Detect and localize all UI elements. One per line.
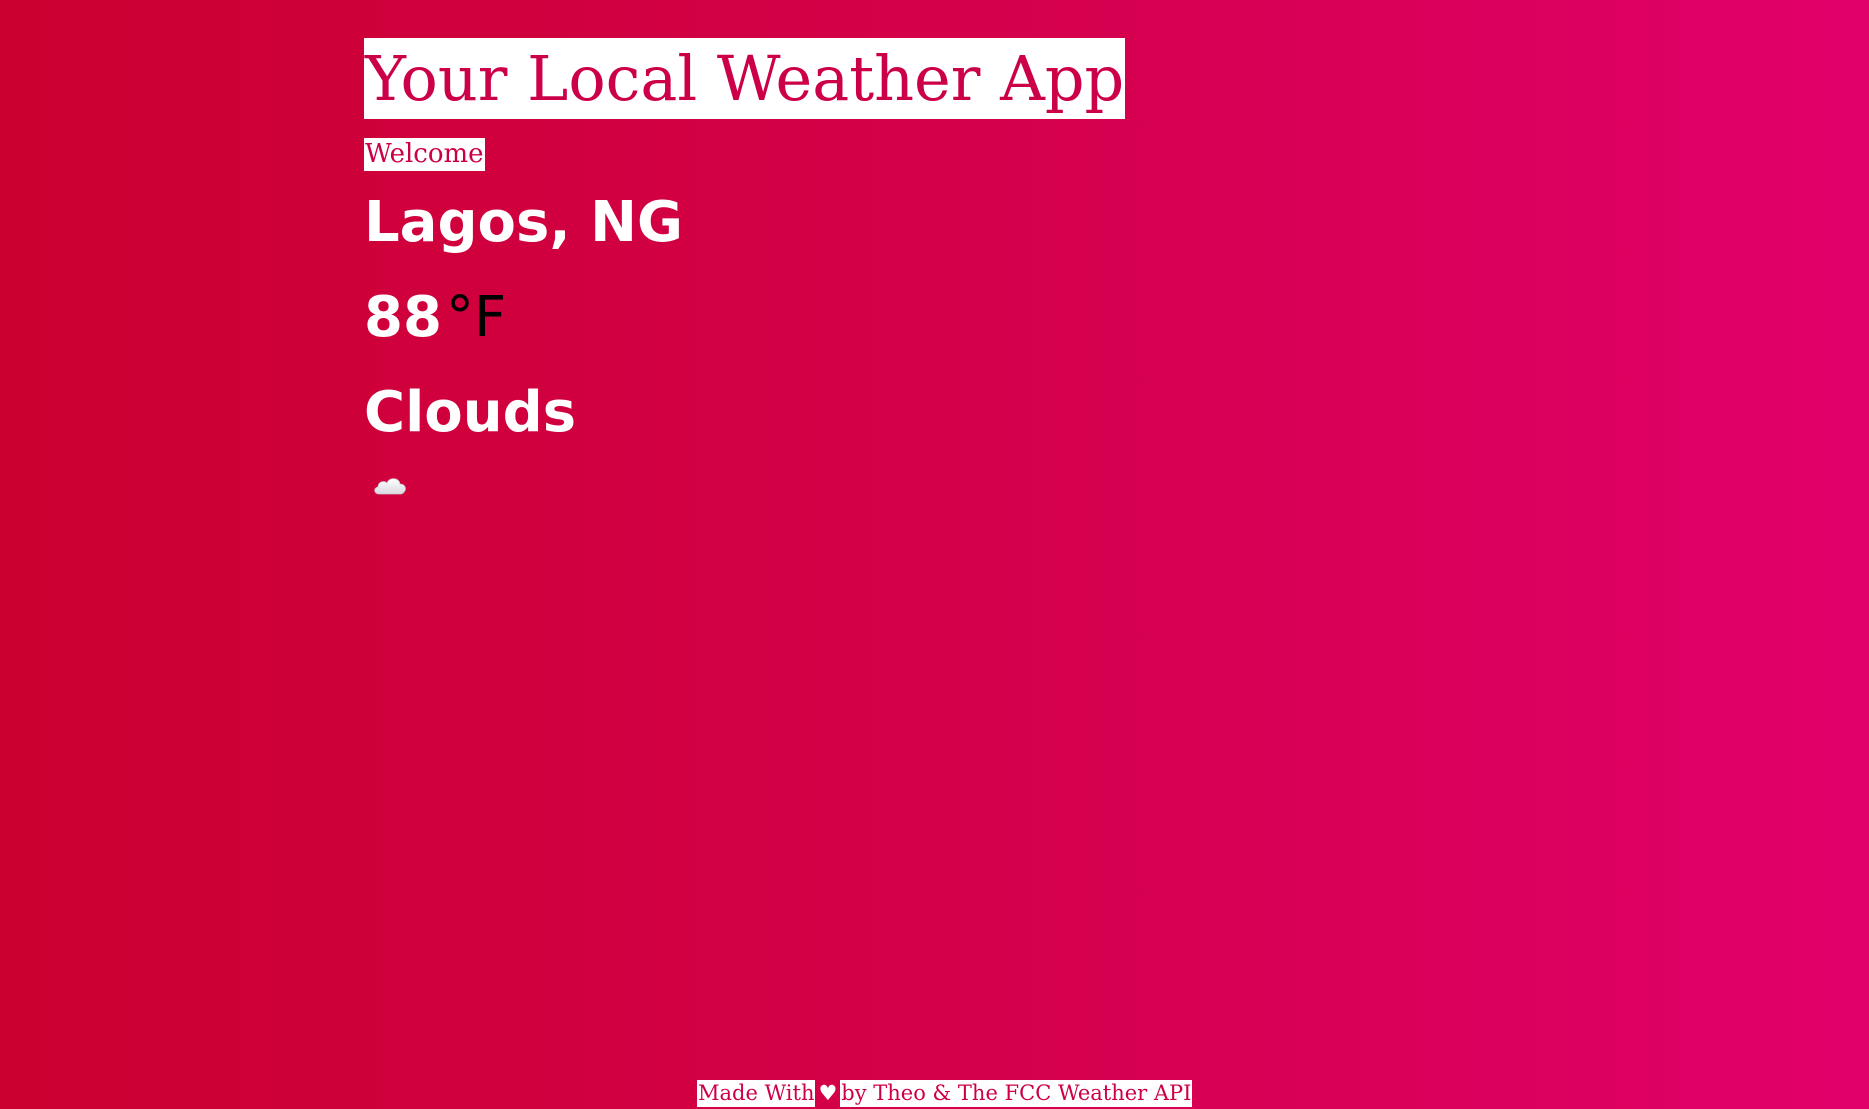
temperature-display: 88°F	[364, 283, 506, 353]
footer-made-with: Made With	[697, 1080, 816, 1107]
location-name: Lagos, NG	[364, 190, 683, 255]
cloud-icon	[372, 472, 408, 498]
footer: Made With ♥ by Theo & The FCC Weather API	[697, 1080, 1193, 1107]
footer-credit-link[interactable]: by Theo & The FCC Weather API	[840, 1080, 1193, 1107]
heart-icon: ♥	[818, 1081, 838, 1105]
welcome-message: Welcome	[364, 138, 485, 171]
app-title: Your Local Weather App	[364, 38, 1126, 119]
weather-condition: Clouds	[364, 380, 577, 445]
unit-toggle[interactable]: °F	[446, 285, 506, 350]
temperature-value: 88	[364, 285, 442, 350]
